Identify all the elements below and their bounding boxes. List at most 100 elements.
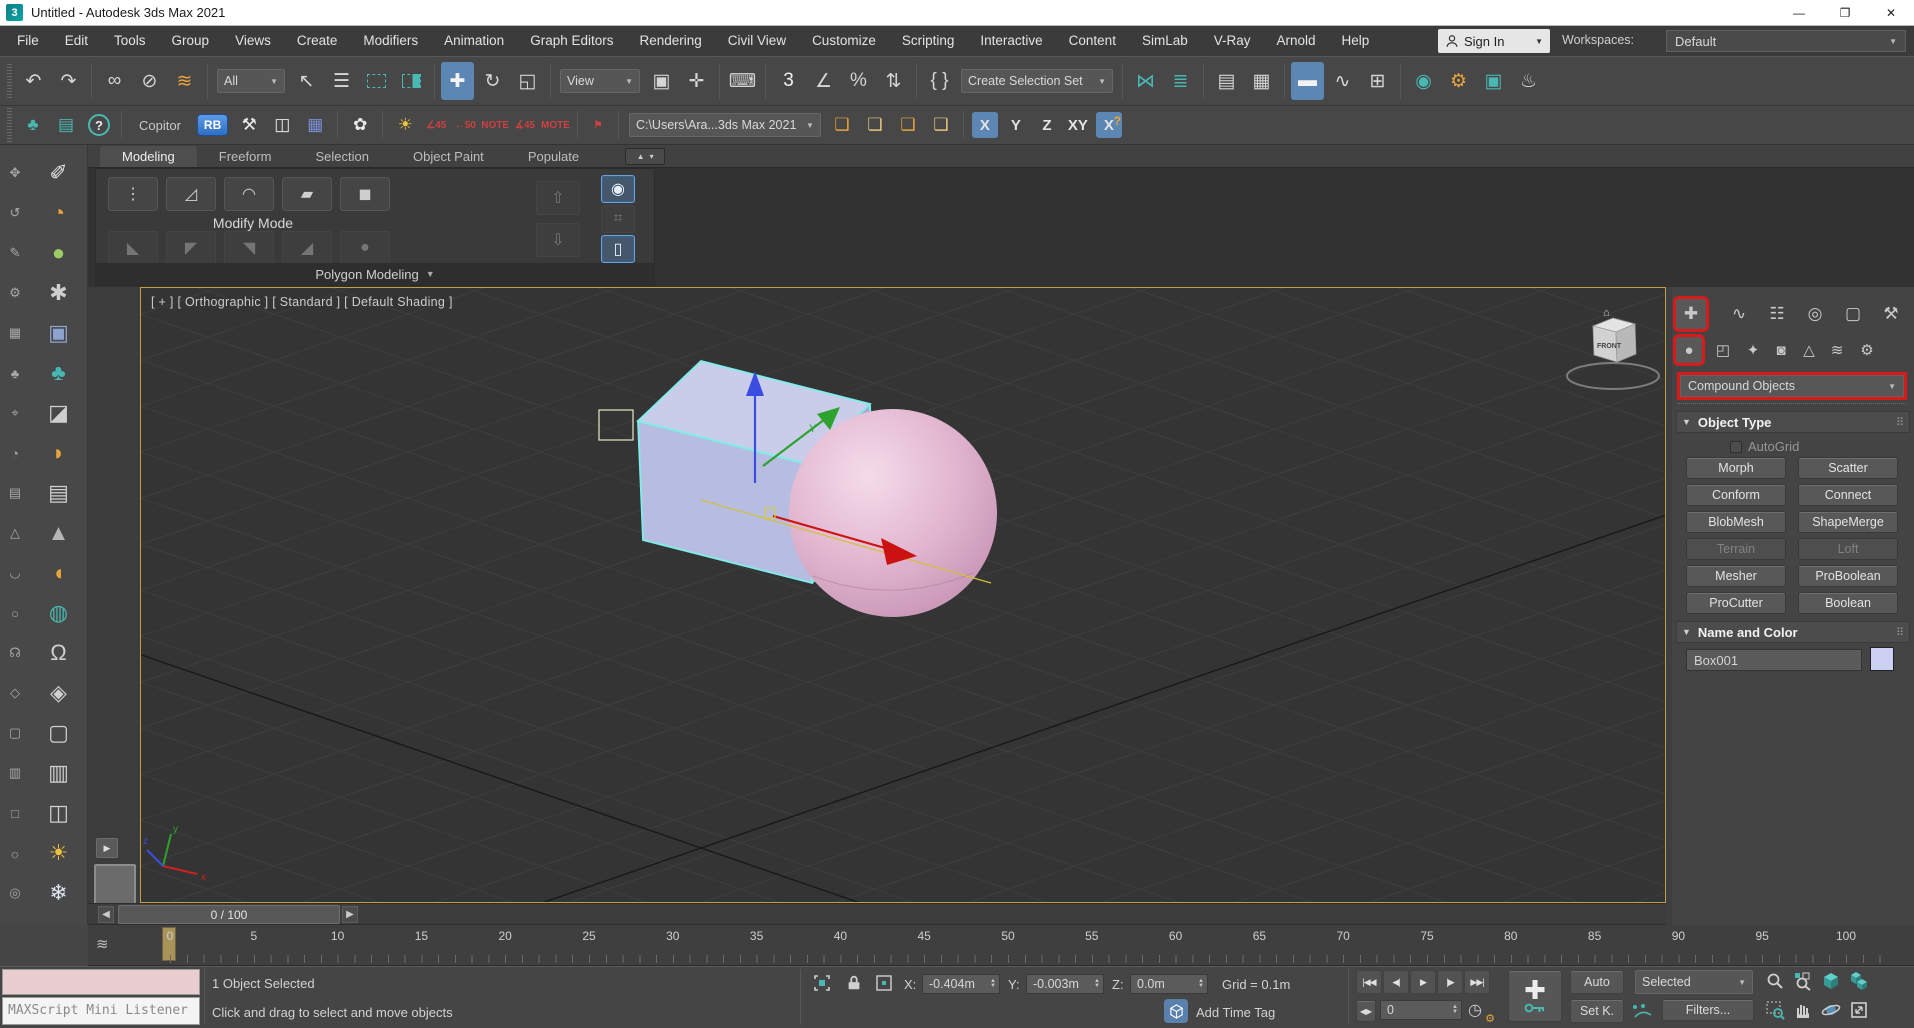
menu-file[interactable]: File: [4, 26, 52, 56]
menu-civil-view[interactable]: Civil View: [715, 26, 799, 56]
mirror-icon[interactable]: ⋈: [1129, 62, 1162, 100]
ribbon-tab-object-paint[interactable]: Object Paint: [391, 146, 506, 167]
object-type-rollout-header[interactable]: ▼ Object Type ⠿: [1676, 411, 1910, 433]
ribbon-tab-modeling[interactable]: Modeling: [100, 146, 197, 167]
layer-explorer-icon[interactable]: ▦: [1245, 62, 1278, 100]
geometry-category[interactable]: ●: [1676, 337, 1702, 363]
viewcube-home-icon[interactable]: ⌂: [1603, 307, 1610, 319]
zoom-extents-all-icon[interactable]: [1846, 968, 1872, 994]
toolbar-grip[interactable]: [7, 64, 12, 98]
menu-rendering[interactable]: Rendering: [627, 26, 715, 56]
previous-frame-track-button[interactable]: ◀: [98, 906, 114, 923]
snaps-toggle-icon[interactable]: 3: [772, 62, 805, 100]
help-circle-icon[interactable]: ?: [88, 114, 110, 136]
align-icon[interactable]: ≣: [1164, 62, 1197, 100]
project-path-dropdown[interactable]: C:\Users\Ara...3ds Max 2021▼: [629, 113, 821, 137]
proboolean-button[interactable]: ProBoolean: [1798, 565, 1898, 587]
cone-tool[interactable]: △▲: [0, 513, 87, 553]
axis-x-button[interactable]: X: [972, 112, 998, 138]
spinner-snap-icon[interactable]: ⇅: [877, 62, 910, 100]
hierarchy-tab[interactable]: ☷: [1762, 299, 1792, 329]
scene-explorer-icon[interactable]: ▤: [1210, 62, 1243, 100]
x-coordinate-field[interactable]: -0.404m ▲▼: [922, 974, 1000, 994]
sphere-arrow-tool[interactable]: ↺◔: [0, 193, 87, 233]
menu-create[interactable]: Create: [284, 26, 351, 56]
curve-editor-icon[interactable]: ∿: [1326, 62, 1359, 100]
redo-icon[interactable]: ↷: [52, 62, 85, 100]
unlink-selection-icon[interactable]: ⊘: [133, 62, 166, 100]
menu-arnold[interactable]: Arnold: [1264, 26, 1329, 56]
spinner-icon[interactable]: ▲▼: [1193, 979, 1204, 989]
ribbon-tab-populate[interactable]: Populate: [506, 146, 601, 167]
menu-group[interactable]: Group: [159, 26, 223, 56]
viewport-label[interactable]: [ + ] [ Orthographic ] [ Standard ] [ De…: [151, 295, 453, 309]
ribbon-tab-selection[interactable]: Selection: [294, 146, 391, 167]
add-time-tag-label[interactable]: Add Time Tag: [1196, 1005, 1275, 1020]
green-sphere-tool[interactable]: ✎●: [0, 233, 87, 273]
create-tab[interactable]: ✚: [1676, 299, 1706, 329]
z-coordinate-field[interactable]: 0.0m ▲▼: [1130, 974, 1208, 994]
burst-tool[interactable]: ⚙✱: [0, 273, 87, 313]
close-button[interactable]: ✕: [1868, 0, 1914, 25]
forest-tool-icon[interactable]: ♣: [18, 110, 48, 141]
disc-tool[interactable]: ○◍: [0, 593, 87, 633]
menu-customize[interactable]: Customize: [799, 26, 889, 56]
motion-tab[interactable]: ◎: [1800, 299, 1830, 329]
utilities-tab[interactable]: ⚒: [1876, 299, 1906, 329]
angle-45-alt-tool-icon[interactable]: ∡45: [512, 120, 538, 131]
key-filter-dropdown[interactable]: Selected ▼: [1635, 970, 1753, 994]
spinner-icon[interactable]: ▲▼: [1089, 979, 1100, 989]
minimize-button[interactable]: —: [1776, 0, 1822, 25]
menu-interactive[interactable]: Interactive: [967, 26, 1055, 56]
dome-tool[interactable]: ◡◖: [0, 553, 87, 593]
select-and-rotate-icon[interactable]: ↻: [476, 62, 509, 100]
angle-snap-icon[interactable]: ∠: [807, 62, 840, 100]
next-frame-button[interactable]: |▶: [1437, 970, 1463, 994]
select-by-name-icon[interactable]: ☰: [325, 62, 358, 100]
orbit-icon[interactable]: [1818, 997, 1844, 1023]
name-color-rollout-header[interactable]: ▼ Name and Color ⠿: [1676, 621, 1910, 643]
set-key-button[interactable]: Set K.: [1570, 999, 1624, 1023]
element-mode-button[interactable]: ◼: [340, 177, 390, 211]
modify-tab[interactable]: ∿: [1724, 299, 1754, 329]
timeline-ruler[interactable]: ≋ 05101520253035404550556065707580859095…: [88, 925, 1914, 966]
script-settings-icon[interactable]: ❏: [827, 110, 857, 141]
vertex-mode-button[interactable]: ⋮: [108, 177, 158, 211]
menu-v-ray[interactable]: V-Ray: [1201, 26, 1264, 56]
select-and-link-icon[interactable]: ∞: [98, 62, 131, 100]
monitor-tool[interactable]: ▥▥: [0, 753, 87, 793]
selection-filter-dropdown[interactable]: All▼: [217, 69, 285, 93]
spinner-icon[interactable]: ▲▼: [985, 979, 996, 989]
ribbon-tab-freeform[interactable]: Freeform: [197, 146, 294, 167]
maximize-viewport-icon[interactable]: [1846, 997, 1872, 1023]
use-pivot-point-center-icon[interactable]: ▣: [645, 62, 678, 100]
lamp-tool[interactable]: ☊Ω: [0, 633, 87, 673]
blobmesh-button[interactable]: BlobMesh: [1686, 511, 1786, 533]
key-filters-button[interactable]: Filters...: [1662, 999, 1754, 1021]
rectangular-selection-region-icon[interactable]: [360, 62, 393, 100]
workspace-dropdown[interactable]: Default ▼: [1666, 30, 1906, 52]
clapper-tool[interactable]: ⌖◪: [0, 393, 87, 433]
time-slider-track[interactable]: ◀ 0 / 100 ▶: [88, 903, 1666, 925]
shapes-category[interactable]: ◰: [1710, 337, 1736, 363]
rb-plugin-icon[interactable]: RB: [197, 114, 228, 136]
polyhedron-tool[interactable]: ◇◈: [0, 673, 87, 713]
window-crossing-toggle-icon[interactable]: [395, 62, 428, 100]
sun-plugin-icon[interactable]: ☀: [390, 110, 420, 141]
boolean-button[interactable]: Boolean: [1798, 592, 1898, 614]
dimension-50-tool-icon[interactable]: ←50: [452, 120, 478, 131]
create-selection-set-dropdown[interactable]: Create Selection Set▼: [961, 69, 1113, 93]
menu-modifiers[interactable]: Modifiers: [350, 26, 431, 56]
select-and-manipulate-icon[interactable]: ✛: [680, 62, 713, 100]
tree-tool[interactable]: ♣♣: [0, 353, 87, 393]
keyboard-shortcut-override-icon[interactable]: ⌨: [726, 62, 759, 100]
menu-graph-editors[interactable]: Graph Editors: [517, 26, 626, 56]
red-flag-tool-icon[interactable]: ⚑: [585, 120, 611, 131]
expand-toolbar-button[interactable]: ▶: [96, 838, 118, 858]
border-mode-button[interactable]: ◠: [224, 177, 274, 211]
menu-tools[interactable]: Tools: [101, 26, 159, 56]
isolate-selection-icon[interactable]: [810, 971, 834, 995]
go-to-end-button[interactable]: ▶▶|: [1464, 970, 1490, 994]
autogrid-checkbox[interactable]: [1730, 441, 1742, 453]
bind-to-space-warp-icon[interactable]: ≋: [168, 62, 201, 100]
